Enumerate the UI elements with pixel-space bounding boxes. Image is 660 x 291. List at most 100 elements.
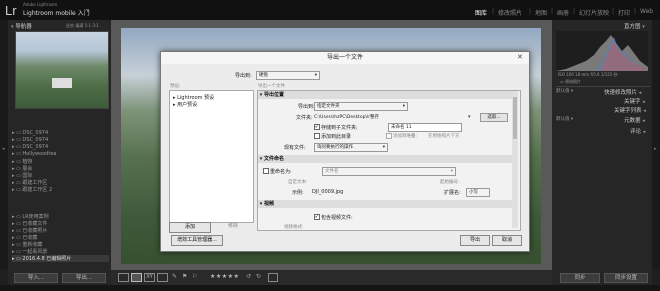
stack-position-select[interactable]: 在原始照片下方 (428, 133, 460, 139)
choose-folder-button[interactable]: 选取... (480, 113, 508, 122)
navigator-preview[interactable] (15, 31, 109, 109)
add-to-stack-checkbox[interactable] (386, 133, 392, 139)
comments-header[interactable]: 评论 ◂ (630, 127, 645, 135)
catalog-dropdown-icon[interactable]: ▸ (87, 8, 90, 14)
keywords-header[interactable]: 关键字 ◂ (624, 97, 645, 105)
folder-item[interactable]: ▸ ▭ DSC_0974 (12, 130, 109, 137)
preset-group[interactable]: ▸ 用户预设 (173, 101, 197, 108)
export-to-select[interactable]: 硬盘 ▾ (256, 71, 320, 80)
section-file-naming[interactable]: ▾ 文件命名 (258, 155, 513, 163)
app-subtitle: Adobe Lightroom (23, 2, 58, 7)
plugin-manager-button[interactable]: 增效工具管理器... (171, 235, 223, 246)
location-export-to-label: 导出到: (298, 104, 315, 110)
folder-item[interactable]: ▸ ▭ DSC_0974 (12, 144, 109, 151)
histogram-label: 直方图 (624, 24, 641, 30)
folder-label: 文件夹: (296, 115, 313, 121)
subfolder-input[interactable]: 未命名 11 (388, 123, 462, 132)
module-develop[interactable]: 修改照片 (498, 8, 522, 17)
keyword-list-header[interactable]: 关键字列表 ◂ (614, 106, 646, 114)
add-preset-button[interactable]: 添加 (169, 222, 211, 233)
crop-icon[interactable] (268, 273, 278, 282)
import-button[interactable]: 导入... (14, 273, 58, 283)
module-slideshow[interactable]: 幻灯片放映 (579, 8, 609, 17)
metadata-header[interactable]: 元数据 ◂ (624, 116, 645, 124)
zoom-fit[interactable]: 适合 (66, 23, 74, 28)
survey-view-icon[interactable] (157, 273, 168, 282)
collection-item[interactable]: ▸ ▭ LR使用案例 (12, 213, 109, 220)
histogram-header[interactable]: 直方图 ▾ (624, 22, 645, 30)
sync-settings-button[interactable]: 同步设置 (604, 273, 648, 283)
folder-item[interactable]: ▸ ▭ 跟建工作区 (12, 179, 109, 186)
add-to-catalog-checkbox[interactable] (314, 133, 320, 139)
loupe-view-icon[interactable] (131, 273, 142, 282)
folder-item[interactable]: ▸ ▭ 国际 (12, 172, 109, 179)
right-panel-toggle[interactable] (652, 20, 660, 270)
existing-files-select[interactable]: 询问要执行的操作 ▾ (314, 143, 388, 152)
star-rating[interactable]: ★★★★★ (210, 273, 239, 280)
grid-view-icon[interactable] (118, 273, 129, 282)
folder-item[interactable]: ▸ ▭ DSC_0974 (12, 137, 109, 144)
chevron-down-icon: ▾ (382, 145, 385, 150)
cancel-button[interactable]: 取消 (492, 235, 522, 246)
left-collapse-icon[interactable]: ◂ (2, 146, 5, 152)
module-print[interactable]: 打印 (618, 8, 630, 17)
settings-scrollbar[interactable] (512, 91, 518, 228)
scrollbar-thumb[interactable] (513, 97, 517, 139)
module-map[interactable]: 地图 (535, 8, 547, 17)
right-collapse-icon[interactable]: ▸ (654, 146, 657, 152)
collection-item[interactable]: ▸ ▭ 已收藏 (12, 234, 109, 241)
zoom-1-1[interactable]: 1:1 (85, 23, 91, 28)
chevron-down-icon: ▾ (402, 104, 405, 109)
add-to-stack-label: 添加到堆叠: (393, 134, 418, 139)
module-library[interactable]: 图库 (475, 8, 487, 17)
location-export-to-select[interactable]: 指定文件夹 ▾ (314, 102, 408, 111)
reject-flag-icon[interactable]: ⚐ (192, 273, 197, 280)
module-book[interactable]: 画册 (557, 8, 569, 17)
remove-preset-button[interactable]: 移除 (213, 222, 253, 231)
include-video-checkbox[interactable]: ✔ (314, 214, 320, 220)
painter-icon[interactable]: ✎ (172, 273, 177, 280)
flag-icon[interactable]: ⚑ (182, 273, 187, 280)
module-web[interactable]: Web (640, 8, 653, 15)
compare-view-icon[interactable]: XY (144, 273, 155, 282)
folder-item[interactable]: ▸ ▭ 植物 (12, 158, 109, 165)
preset-default-dropdown[interactable]: 默认值 ▾ (556, 88, 573, 94)
preset-group[interactable]: ▸ Lightroom 预设 (173, 94, 214, 101)
export-button[interactable]: 导出... (62, 273, 106, 283)
histogram-info: ISO 100 18 mm f/5.6 1/125 秒 (558, 72, 618, 77)
folder-item[interactable]: ▸ ▭ 展会 (12, 165, 109, 172)
collection-item[interactable]: ▸ ▭ 已收藏照片 (12, 227, 109, 234)
navigator-preview-building (52, 78, 72, 88)
rename-checkbox[interactable] (263, 168, 269, 174)
collection-item[interactable]: ▸ ▭ 已收藏文件 (12, 220, 109, 227)
export-confirm-button[interactable]: 导出 (460, 235, 490, 246)
folder-item[interactable]: ▸ ▭ Hollywoodtea (12, 151, 109, 158)
folder-item[interactable]: ▸ ▭ 跟建工作区 2 (12, 186, 109, 193)
close-icon[interactable]: ✕ (517, 53, 523, 61)
folder-dropdown-icon[interactable]: ▾ (468, 114, 471, 120)
preset-list: ▸ Lightroom 预设 ▸ 用户预设 (169, 90, 254, 223)
zoom-3-1[interactable]: 3:1 (92, 23, 98, 28)
folder-list: ▸ ▭ DSC_0974 ▸ ▭ DSC_0974 ▸ ▭ DSC_0974 ▸… (12, 130, 109, 193)
zoom-fill[interactable]: 填满 (75, 23, 83, 28)
collection-item[interactable]: ▸ ▭ 重新收藏 (12, 241, 109, 248)
left-panel-toggle[interactable] (0, 20, 8, 270)
extension-select[interactable]: 小写 (466, 188, 490, 197)
collection-item[interactable]: ▸ ▭ 一起看风景 (12, 248, 109, 255)
rotate-left-icon[interactable]: ↺ (246, 273, 251, 280)
rotate-right-icon[interactable]: ↻ (256, 273, 261, 280)
quick-develop-header[interactable]: 快速修改照片 ◂ (604, 88, 641, 96)
catalog-name[interactable]: Lightroom mobile 入门 (23, 8, 90, 17)
module-separator: | (634, 8, 637, 15)
add-to-catalog-label: 添加到此目录 (321, 134, 352, 140)
navigator-header[interactable]: ▾ 导航器 (11, 22, 32, 30)
navigator-zoom-options[interactable]: 适合 填满 1:1 3:1 (66, 23, 99, 29)
sync-button[interactable]: 同步 (560, 273, 600, 283)
subfolder-checkbox[interactable]: ✔ (314, 124, 320, 130)
rename-template-select[interactable]: 文件名 ▾ (322, 167, 456, 176)
metadata-default-dropdown[interactable]: 默认值 ▾ (556, 116, 573, 122)
collection-item-selected[interactable]: ▸ ▭ 2016.4.8 已编辑照片 (12, 255, 109, 262)
section-video[interactable]: ▾ 视频 (258, 200, 513, 208)
include-video-label: 包含视频文件: (321, 215, 353, 221)
section-export-location[interactable]: ▾ 导出位置 (258, 91, 513, 99)
